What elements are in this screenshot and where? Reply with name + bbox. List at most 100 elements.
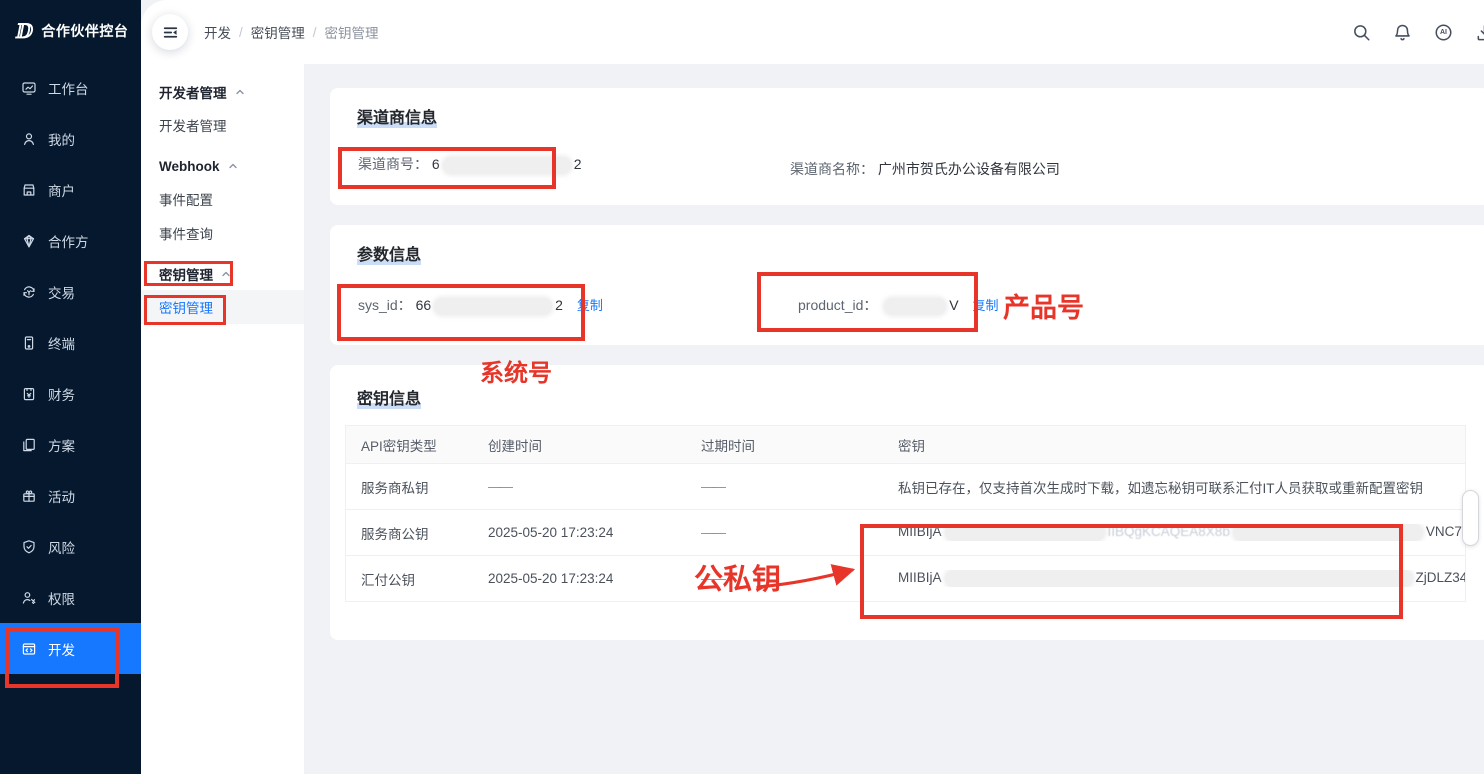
table-row-huifu-public-key: 汇付公钥 2025-05-20 17:23:24 —— MIIBIjAZjDLZ… (346, 556, 1465, 602)
menu-fold-icon (162, 24, 179, 41)
subnav-group-developer[interactable]: 开发者管理 (141, 76, 304, 108)
brand: ⅅ 合作伙伴控台 (0, 0, 141, 42)
cell-key-note: 私钥已存在，仅支持首次生成时下载，如遗忘秘钥可联系汇付IT人员获取或重新配置密钥 (883, 477, 1465, 497)
workbench-icon (21, 80, 37, 96)
sidebar-item-label: 合作方 (48, 231, 89, 251)
sys-id-value-prefix: 66 (416, 297, 432, 313)
develop-icon (21, 641, 37, 657)
brand-logo-icon: ⅅ (16, 20, 33, 42)
sidebar-item-label: 风险 (48, 537, 75, 557)
chevron-up-icon (221, 269, 231, 279)
subnav-group-webhook[interactable]: Webhook (141, 150, 304, 182)
cell-key-type: 服务商公钥 (346, 523, 473, 543)
finance-icon (21, 386, 37, 402)
sidebar-item-label: 终端 (48, 333, 75, 353)
sidebar-item-label: 交易 (48, 282, 75, 302)
sys-id-label: sys_id： (358, 297, 412, 313)
body-row: 开发者管理 开发者管理 Webhook 事件配置 事件查询 (141, 64, 1484, 774)
key-masked (1233, 524, 1423, 541)
chevron-up-icon (235, 87, 245, 97)
breadcrumb-item-develop[interactable]: 开发 (204, 22, 231, 42)
subnav-group-key-mgmt[interactable]: 密钥管理 (141, 258, 304, 290)
partner-icon (21, 233, 37, 249)
subnav-group-title: Webhook (159, 159, 220, 174)
sidebar-item-mine[interactable]: 我的 (0, 113, 141, 164)
subnav-item-event-query[interactable]: 事件查询 (141, 216, 304, 250)
sidebar-item-label: 我的 (48, 129, 75, 149)
sidebar-item-merchant[interactable]: 商户 (0, 164, 141, 215)
sidebar-item-label: 方案 (48, 435, 75, 455)
product-id-masked (884, 298, 946, 315)
subnav-item-event-config[interactable]: 事件配置 (141, 182, 304, 216)
col-header-created: 创建时间 (473, 435, 686, 455)
subnav-item-developer-mgmt[interactable]: 开发者管理 (141, 108, 304, 142)
primary-nav: 工作台 我的 商户 合作方 交易 终端 (0, 62, 141, 674)
cell-created: 2025-05-20 17:23:24 (473, 525, 686, 540)
sys-id-value-suffix: 2 (555, 297, 563, 313)
channel-no-label: 渠道商号： (358, 156, 428, 172)
app-root: ⅅ 合作伙伴控台 工作台 我的 商户 合作方 交易 (0, 0, 1484, 774)
sidebar-item-label: 工作台 (48, 78, 89, 98)
channel-no-field: 渠道商号： 6 2 (358, 154, 581, 174)
content-wrap: 开发 / 密钥管理 / 密钥管理 AI (141, 0, 1484, 774)
key-suffix: ZjDLZ34 (1416, 570, 1465, 585)
subnav-gap (141, 142, 304, 150)
col-header-expires: 过期时间 (686, 435, 883, 455)
topbar-actions: AI (1352, 0, 1484, 64)
sidebar-item-workbench[interactable]: 工作台 (0, 62, 141, 113)
sidebar-item-activity[interactable]: 活动 (0, 470, 141, 521)
collapse-menu-button[interactable] (152, 14, 188, 50)
product-id-field: product_id： V 复制 (798, 295, 999, 315)
sidebar-item-permission[interactable]: 权限 (0, 572, 141, 623)
sidebar-item-finance[interactable]: 财务 (0, 368, 141, 419)
channel-name-field: 渠道商名称： 广州市贺氏办公设备有限公司 (790, 159, 1060, 179)
col-header-key: 密钥 (883, 435, 1465, 455)
main-content: 渠道商信息 渠道商号： 62 渠道商名称： 广州市贺氏办公设备有限公司 参数信息… (305, 64, 1484, 774)
cell-expires: —— (686, 525, 883, 540)
channel-name-value: 广州市贺氏办公设备有限公司 (878, 161, 1060, 177)
cell-key-type: 服务商私钥 (346, 477, 473, 497)
breadcrumb-item-current: 密钥管理 (325, 22, 379, 42)
breadcrumb: 开发 / 密钥管理 / 密钥管理 (204, 0, 379, 64)
table-row-sp-public-key: 服务商公钥 2025-05-20 17:23:24 —— MIIBIjAIIBQ… (346, 510, 1465, 556)
channel-no-value-prefix: 6 (432, 156, 440, 172)
sidebar-item-risk[interactable]: 风险 (0, 521, 141, 572)
table-scrollbar-thumb[interactable] (1462, 490, 1479, 546)
breadcrumb-item-key-mgmt[interactable]: 密钥管理 (251, 22, 305, 42)
sidebar-item-terminal[interactable]: 终端 (0, 317, 141, 368)
subnav-item-label: 事件查询 (159, 223, 213, 243)
brand-title: 合作伙伴控台 (41, 21, 128, 41)
sidebar-item-develop[interactable]: 开发 (0, 623, 141, 674)
sidebar-item-label: 开发 (48, 639, 75, 659)
sys-id-copy-button[interactable]: 复制 (577, 298, 603, 313)
subnav-item-key-mgmt[interactable]: 密钥管理 (141, 290, 304, 324)
table-row-private-key: 服务商私钥 —— —— 私钥已存在，仅支持首次生成时下载，如遗忘秘钥可联系汇付I… (346, 464, 1465, 510)
sidebar-item-plan[interactable]: 方案 (0, 419, 141, 470)
product-id-value-suffix: V (949, 297, 958, 313)
key-mid-fragment: IIBQgKCAQEA8X8b (1108, 524, 1230, 539)
col-header-key-type: API密钥类型 (346, 435, 473, 455)
subnav-group-title: 密钥管理 (159, 264, 213, 284)
sidebar-item-transaction[interactable]: 交易 (0, 266, 141, 317)
params-info-card: 参数信息 sys_id： 662 复制 product_id： V 复制 (330, 225, 1484, 345)
ai-assistant-icon[interactable]: AI (1434, 23, 1453, 42)
product-id-copy-button[interactable]: 复制 (973, 298, 999, 313)
subnav-item-label: 开发者管理 (159, 115, 227, 135)
key-table-header: API密钥类型 创建时间 过期时间 密钥 (346, 426, 1465, 464)
notification-bell-icon[interactable] (1393, 23, 1412, 42)
sidebar-item-partner[interactable]: 合作方 (0, 215, 141, 266)
channel-name-label: 渠道商名称： (790, 161, 874, 177)
subnav-item-label: 密钥管理 (159, 297, 213, 317)
cell-key-type: 汇付公钥 (346, 569, 473, 589)
channel-no-value-suffix: 2 (574, 156, 582, 172)
search-icon[interactable] (1352, 23, 1371, 42)
primary-sidebar: ⅅ 合作伙伴控台 工作台 我的 商户 合作方 交易 (0, 0, 141, 774)
chevron-up-icon (228, 161, 238, 171)
risk-icon (21, 539, 37, 555)
product-id-label: product_id： (798, 297, 877, 313)
topbar: 开发 / 密钥管理 / 密钥管理 AI (141, 0, 1484, 64)
channel-info-title: 渠道商信息 (357, 104, 437, 128)
profile-icon (21, 131, 37, 147)
download-icon[interactable] (1475, 23, 1484, 42)
subnav-group-title: 开发者管理 (159, 82, 227, 102)
